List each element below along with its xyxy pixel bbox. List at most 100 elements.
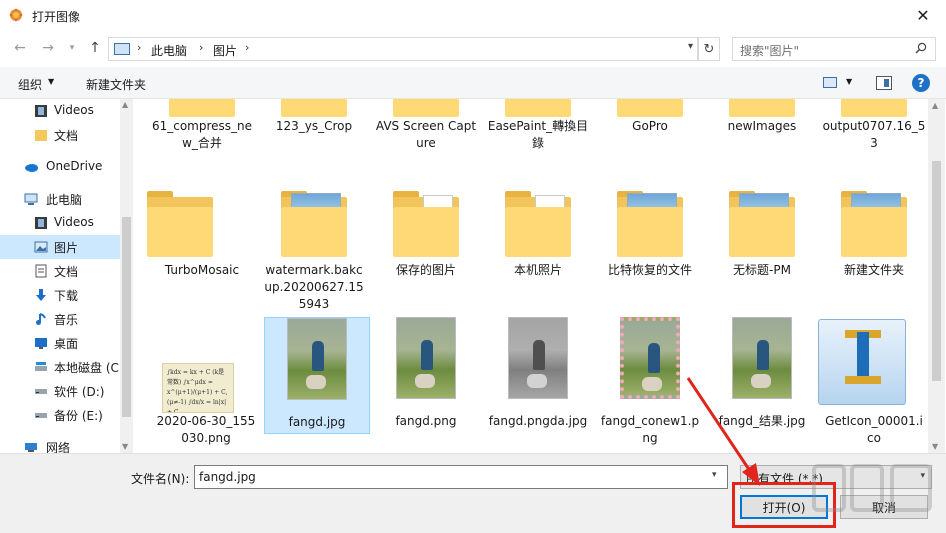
- nav-item-documents[interactable]: 文档: [0, 259, 120, 283]
- file-item[interactable]: 本机照片: [486, 177, 590, 303]
- file-item[interactable]: 比特恢复的文件: [598, 177, 702, 303]
- folder-icon: [505, 177, 571, 257]
- nav-item-music[interactable]: 音乐: [0, 307, 120, 331]
- nav-item-videos[interactable]: Videos: [0, 211, 120, 235]
- breadcrumb-pictures[interactable]: 图片: [213, 42, 237, 59]
- nav-item-label: 图片: [54, 241, 79, 255]
- file-item[interactable]: 无标题-PM: [710, 177, 814, 303]
- folder-icon: [505, 99, 571, 117]
- nav-item-desktop[interactable]: 桌面: [0, 331, 120, 355]
- file-name: EasePaint_轉換目錄: [487, 119, 589, 150]
- arrow-right-icon: →: [42, 40, 54, 56]
- folder-icon: [841, 177, 907, 257]
- search-input[interactable]: 搜索"图片": [732, 37, 936, 61]
- file-name: fangd.pngda.jpg: [488, 414, 588, 428]
- nav-item-downloads[interactable]: 下载: [0, 283, 120, 307]
- recent-locations-button[interactable]: ▾: [62, 38, 82, 58]
- file-name: TurboMosaic: [164, 263, 240, 277]
- desktop-icon: [35, 338, 47, 349]
- filename-dropdown-icon[interactable]: ▾: [712, 470, 717, 480]
- nav-item-documents-quick[interactable]: 文档: [0, 123, 120, 147]
- organize-menu[interactable]: 组织: [18, 76, 42, 93]
- network-icon: [25, 443, 37, 452]
- nav-item-label: 文档: [54, 265, 79, 279]
- file-name: GetIcon_00001.ico: [825, 414, 923, 445]
- nav-item-local-disk-c[interactable]: 本地磁盘 (C: [0, 355, 120, 379]
- help-icon[interactable]: ?: [912, 74, 930, 92]
- file-name: 本机照片: [513, 263, 562, 277]
- file-name: 无标题-PM: [733, 263, 791, 277]
- computer-icon: [114, 43, 130, 55]
- nav-item-label: 音乐: [54, 313, 79, 327]
- file-name: AVS Screen Capture: [375, 119, 477, 150]
- breadcrumb-separator-icon[interactable]: ›: [245, 41, 249, 54]
- music-icon: [36, 313, 46, 325]
- file-name: newImages: [727, 119, 797, 133]
- breadcrumb-separator-icon[interactable]: ›: [199, 41, 203, 54]
- refresh-button[interactable]: ↻: [698, 37, 720, 61]
- scroll-down-icon[interactable]: ▼: [122, 442, 128, 451]
- nav-item-pictures[interactable]: 图片: [0, 235, 120, 259]
- file-item[interactable]: fangd_结果.jpg: [710, 317, 814, 443]
- video-icon: [35, 105, 47, 117]
- document-icon: [35, 264, 47, 278]
- window-title: 打开图像: [32, 10, 81, 24]
- file-item[interactable]: fangd.png: [374, 317, 478, 443]
- file-item[interactable]: fangd_conew1.png: [598, 317, 702, 445]
- preview-pane-icon[interactable]: [876, 76, 892, 90]
- file-name: output0707.16_53: [822, 119, 926, 150]
- image-thumbnail: [393, 317, 459, 399]
- navigation-pane: Videos 文档 OneDrive 此电脑 Videos 图片 文档 下载 音…: [0, 99, 133, 453]
- nav-item-this-pc[interactable]: 此电脑: [0, 187, 120, 211]
- up-button[interactable]: ↑: [85, 38, 105, 58]
- back-button[interactable]: ←: [10, 38, 30, 58]
- nav-item-videos-quick[interactable]: Videos: [0, 99, 120, 123]
- new-folder-button[interactable]: 新建文件夹: [86, 76, 146, 93]
- file-item[interactable]: 保存的图片: [374, 177, 478, 303]
- breadcrumb-this-pc[interactable]: 此电脑: [151, 42, 187, 59]
- nav-item-drive-e[interactable]: 备份 (E:): [0, 403, 120, 427]
- nav-item-onedrive[interactable]: OneDrive: [0, 155, 120, 179]
- file-name: 123_ys_Crop: [275, 119, 353, 133]
- file-item[interactable]: TurboMosaic: [143, 177, 239, 303]
- folder-icon: [281, 177, 347, 257]
- watermark-logo: [812, 464, 932, 512]
- chevron-down-icon[interactable]: ▼: [48, 77, 54, 86]
- view-options-dropdown-icon[interactable]: ▼: [846, 77, 852, 86]
- breadcrumb-separator-icon[interactable]: ›: [137, 41, 141, 54]
- folder-icon: [393, 177, 459, 257]
- scroll-up-icon[interactable]: ▲: [932, 101, 938, 110]
- address-dropdown-icon[interactable]: ▾: [688, 41, 693, 52]
- nav-item-label: 备份 (E:): [54, 409, 103, 423]
- nav-scrollbar[interactable]: ▲ ▼: [120, 99, 133, 453]
- formula-image: ∫kdx = kx + C (k是常数) ∫x^μdx = x^(μ+1)/(μ…: [162, 363, 234, 413]
- file-item[interactable]: ∫kdx = kx + C (k是常数) ∫x^μdx = x^(μ+1)/(μ…: [154, 317, 258, 445]
- nav-item-network[interactable]: 网络: [0, 435, 120, 453]
- file-name: fangd_conew1.png: [600, 414, 700, 445]
- nav-scroll-thumb[interactable]: [122, 217, 131, 417]
- nav-item-label: 本地磁盘 (C: [54, 361, 119, 375]
- folder-icon: [169, 99, 235, 117]
- ico-thumbnail: [818, 317, 906, 405]
- file-item-selected[interactable]: fangd.jpg: [264, 317, 370, 434]
- scroll-thumb[interactable]: [932, 161, 941, 381]
- nav-item-drive-d[interactable]: 软件 (D:): [0, 379, 120, 403]
- document-icon: [35, 130, 47, 141]
- title-bar: 打开图像 ✕: [0, 0, 946, 31]
- change-view-icon[interactable]: [823, 77, 837, 88]
- address-bar[interactable]: › 此电脑 › 图片 › ▾: [108, 37, 698, 61]
- file-list-scrollbar[interactable]: ▲ ▼: [928, 99, 945, 453]
- nav-item-label: 网络: [46, 441, 71, 453]
- forward-button[interactable]: →: [38, 38, 58, 58]
- file-item[interactable]: 新建文件夹: [822, 177, 926, 303]
- folder-icon: [281, 99, 347, 117]
- file-item[interactable]: watermark.bakcup.20200627.155943: [262, 177, 366, 311]
- close-button[interactable]: ✕: [900, 0, 946, 31]
- file-item[interactable]: fangd.pngda.jpg: [486, 317, 590, 443]
- scroll-down-icon[interactable]: ▼: [932, 442, 938, 451]
- video-icon: [35, 217, 47, 229]
- filename-input[interactable]: fangd.jpg: [194, 465, 728, 489]
- scroll-up-icon[interactable]: ▲: [122, 100, 128, 109]
- drive-icon: [35, 362, 47, 371]
- file-item[interactable]: GetIcon_00001.ico: [818, 317, 926, 445]
